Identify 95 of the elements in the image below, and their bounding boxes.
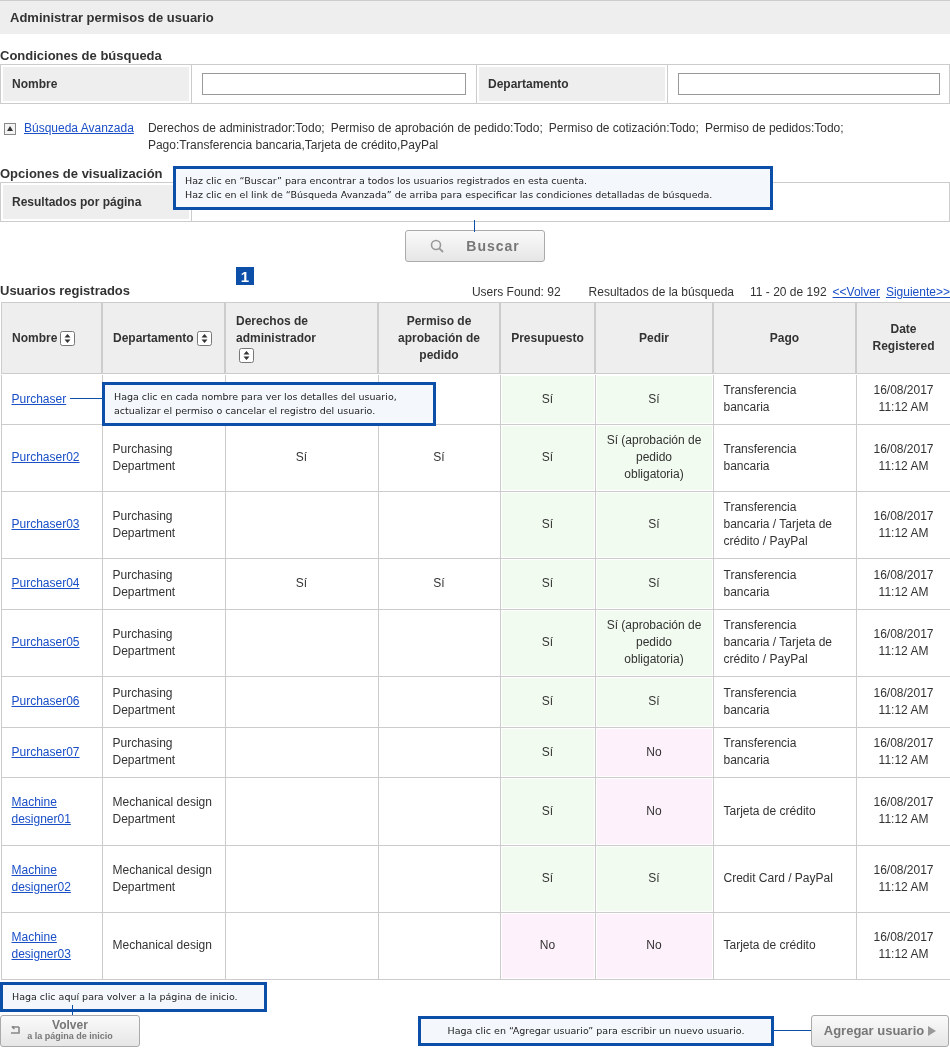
column-header: Departamento	[102, 302, 225, 374]
table-cell: Purchasing Department	[112, 736, 176, 767]
table-cell: 16/08/2017 11:12 AM	[873, 862, 934, 894]
column-header: Presupuesto	[500, 302, 595, 374]
permission-cell: Sí	[500, 424, 595, 491]
table-cell: 16/08/2017 11:12 AM	[873, 626, 934, 658]
table-cell: Purchasing Department	[112, 567, 176, 599]
table-cell: Tarjeta de crédito	[723, 938, 816, 952]
field-label: Nombre	[3, 67, 189, 101]
table-cell: Purchasing Department	[112, 685, 176, 717]
table-cell: Sí	[433, 450, 445, 464]
table-cell: 16/08/2017 11:12 AM	[873, 685, 934, 717]
table-cell: Credit Card / PayPal	[723, 871, 833, 885]
table-cell: Transferencia bancaria / Tarjeta de crédito / PayPal	[723, 618, 832, 666]
permission-cell: Sí	[595, 845, 713, 912]
search-criterion: Permiso de pedidos:Todo;	[704, 120, 844, 137]
search-criterion: Pago:Transferencia bancaria,Tarjeta de crédito,PayPal	[147, 137, 439, 154]
sort-icon[interactable]	[239, 347, 254, 363]
input-field[interactable]	[678, 73, 940, 95]
next-link[interactable]: Siguiente>>	[885, 285, 950, 299]
permission-cell: Sí	[500, 558, 595, 609]
table-cell: Transferencia bancaria	[723, 685, 797, 717]
return-icon	[9, 1025, 21, 1036]
table-cell: Purchasing Department	[112, 508, 176, 540]
table-cell: 16/08/2017 11:12 AM	[873, 795, 934, 826]
permission-cell: Sí	[500, 845, 595, 912]
sort-icon[interactable]	[196, 330, 212, 346]
permission-cell: Sí (aprobación de pedido obligatoria)	[595, 609, 713, 676]
permission-cell: Sí	[595, 374, 713, 424]
permission-cell: Sí	[500, 777, 595, 845]
search-icon	[430, 239, 445, 253]
permission-cell: Sí	[500, 727, 595, 777]
table-cell: Mechanical design	[112, 938, 212, 952]
name-tooltip: Haga clic en cada nombre para ver los detalles del usuario, actualizar el permiso o cancelar el registro del usuario.	[102, 382, 436, 426]
column-header: Pedir	[595, 302, 713, 374]
section-heading: Usuarios registrados	[0, 283, 131, 299]
table-cell: 16/08/2017 11:12 AM	[873, 383, 934, 415]
search-button[interactable]: Buscar	[405, 230, 545, 262]
table-cell: Sí	[295, 450, 308, 464]
table-cell: Transferencia bancaria	[723, 567, 797, 599]
permission-cell: Sí (aprobación de pedido obligatoria)	[595, 424, 713, 491]
permission-cell: Sí	[500, 609, 595, 676]
permission-cell: Sí	[500, 676, 595, 727]
column-header: Pago	[713, 302, 856, 374]
permission-cell: No	[595, 777, 713, 845]
search-criterion: Derechos de administrador:Todo;	[147, 120, 325, 137]
table-cell: 16/08/2017 11:12 AM	[873, 441, 934, 473]
section-heading: Condiciones de búsqueda	[0, 48, 162, 64]
previous-link[interactable]: <<Volver	[832, 285, 880, 299]
home-tooltip: Haga clic aquí para volver a la página de inicio.	[0, 981, 267, 1012]
table-cell: Mechanical design Department	[112, 795, 212, 826]
permission-cell: Sí	[500, 374, 595, 424]
section-heading: Opciones de visualización	[0, 166, 163, 182]
permission-cell: No	[500, 912, 595, 979]
results-range: 11 - 20 de 192	[750, 285, 827, 299]
add-tooltip: Haga clic en “Agregar usuario” para escribir un nuevo usuario.	[418, 1015, 774, 1046]
advanced-search-link[interactable]: Búsqueda Avanzada	[24, 120, 134, 154]
search-criterion: Permiso de aprobación de pedido:Todo;	[330, 120, 543, 137]
table-cell: Sí	[295, 576, 308, 590]
table-cell: 16/08/2017 11:12 AM	[873, 508, 934, 540]
table-cell: Transferencia bancaria	[723, 736, 797, 767]
results-label: Resultados de la búsqueda	[588, 285, 735, 299]
table-cell: Tarjeta de crédito	[723, 803, 816, 818]
table-cell: Transferencia bancaria / Tarjeta de crédito / PayPal	[723, 500, 832, 548]
sort-icon[interactable]	[60, 330, 76, 346]
permission-cell: Sí	[595, 558, 713, 609]
table-cell: Purchasing Department	[112, 441, 176, 473]
permission-cell: Sí	[595, 491, 713, 558]
page-title: Administrar permisos de usuario	[0, 0, 950, 34]
step-badge: 1	[236, 267, 254, 285]
field-label: Departamento	[479, 67, 665, 101]
search-criterion: Permiso de cotización:Todo;	[548, 120, 699, 137]
table-cell: Transferencia bancaria	[723, 441, 797, 473]
permission-cell: No	[595, 912, 713, 979]
column-header: Permiso de aprobación de pedido	[378, 302, 500, 374]
column-header: Nombre	[1, 302, 102, 374]
search-tooltip: Haz clic en “Buscar” para encontrar a todos los usuarios registrados en esta cuenta. Haz clic en el link de “Búsqueda Avanzada” de arriba para especificar las condiciones detalladas de búsqueda.	[173, 166, 773, 210]
permission-cell: No	[595, 727, 713, 777]
add-user-button[interactable]: Agregar usuario	[811, 1014, 949, 1047]
table-cell: Purchasing Department	[112, 626, 176, 658]
play-icon	[928, 1025, 937, 1036]
column-header: Derechos de administrador	[225, 302, 378, 374]
input-field[interactable]	[202, 73, 466, 95]
back-button[interactable]: Volver a la página de inicio	[0, 1014, 140, 1047]
table-cell: 16/08/2017 11:12 AM	[873, 736, 934, 767]
permission-cell: Sí	[500, 491, 595, 558]
table-cell: 16/08/2017 11:12 AM	[873, 567, 934, 599]
table-cell: 16/08/2017 11:12 AM	[873, 929, 934, 961]
users-found: Users Found: 92	[471, 285, 561, 299]
column-header: Date Registered	[856, 302, 950, 374]
table-cell: Transferencia bancaria	[723, 383, 797, 415]
permission-cell: Sí	[595, 676, 713, 727]
table-cell: Mechanical design Department	[112, 862, 212, 894]
table-cell: Sí	[433, 576, 445, 590]
collapse-icon[interactable]	[4, 123, 16, 135]
